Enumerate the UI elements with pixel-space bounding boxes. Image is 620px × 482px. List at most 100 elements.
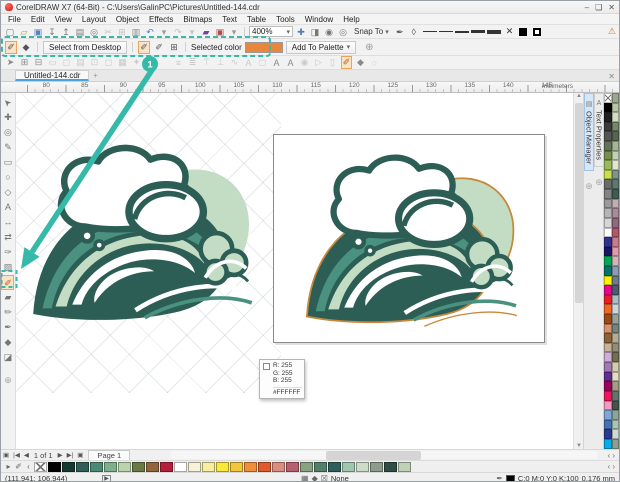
document-color-swatch[interactable]	[118, 462, 131, 472]
color-swatch[interactable]	[612, 362, 620, 372]
fmt-dis-18[interactable]: ▯	[327, 57, 338, 68]
fmt-dis-14[interactable]: A	[243, 58, 254, 68]
color-eyedropper-icon[interactable]: ✐	[5, 41, 17, 54]
redo-icon[interactable]: ↷	[172, 26, 184, 38]
color-swatch[interactable]	[612, 141, 620, 151]
outline-pen-tool[interactable]: ✒	[1, 320, 14, 335]
color-swatch[interactable]	[604, 372, 612, 382]
fmt-dis-7[interactable]: ✦	[131, 57, 142, 68]
color-swatch[interactable]	[604, 189, 612, 199]
shape-tool[interactable]: ✚	[1, 110, 14, 125]
new-tab-button[interactable]: +	[89, 70, 101, 81]
color-swatch[interactable]	[604, 266, 612, 276]
outline-width-preset[interactable]	[487, 30, 501, 34]
cut-icon[interactable]: ✂	[102, 26, 114, 38]
update-alert-icon[interactable]: ⚠	[608, 26, 616, 37]
fmt-panel-icon[interactable]: ⊞	[19, 57, 30, 68]
color-swatch[interactable]	[604, 420, 612, 430]
color-swatch[interactable]	[604, 304, 612, 314]
add-to-palette-button[interactable]: Add To Palette ▾	[286, 41, 356, 54]
menu-item[interactable]: Text	[217, 14, 242, 25]
transparency-tool[interactable]: ▨	[1, 260, 14, 275]
color-swatch[interactable]	[612, 189, 620, 199]
document-color-swatch[interactable]	[286, 462, 299, 472]
color-swatch[interactable]	[604, 324, 612, 334]
palette-eyedropper-icon[interactable]: ✐	[14, 462, 23, 471]
color-swatch[interactable]	[604, 208, 612, 218]
fmt-dis-19[interactable]: ○	[369, 58, 380, 68]
color-swatch[interactable]	[604, 429, 612, 439]
color-swatch[interactable]	[612, 276, 620, 286]
restore-button[interactable]: ❑	[595, 3, 602, 12]
color-swatch[interactable]	[612, 179, 620, 189]
dimension-tool[interactable]: ↔	[1, 215, 14, 230]
color-swatch[interactable]	[604, 103, 612, 113]
color-swatch[interactable]	[604, 295, 612, 305]
color-swatch[interactable]	[612, 391, 620, 401]
undo-caret-icon[interactable]: ▾	[158, 26, 170, 38]
document-color-swatch[interactable]	[314, 462, 327, 472]
fmt-panel2-icon[interactable]: ⊟	[33, 57, 44, 68]
docker-add-icon[interactable]: ⊕	[585, 181, 593, 192]
text-tool[interactable]: A	[1, 200, 14, 215]
wave-vector-trace[interactable]	[292, 151, 530, 329]
menu-item[interactable]: Window	[300, 14, 338, 25]
color-swatch[interactable]	[612, 112, 620, 122]
fmt-dis-15[interactable]: ◻	[257, 57, 268, 68]
page-tab[interactable]: Page 1	[88, 450, 130, 460]
fmt-dis-3[interactable]: ▤	[75, 57, 86, 68]
expand-status-icon[interactable]: ▶	[102, 475, 111, 482]
color-swatch[interactable]	[604, 170, 612, 180]
first-page-icon[interactable]: |◀	[11, 451, 22, 459]
document-color-swatch[interactable]	[384, 462, 397, 472]
fmt-dis-6[interactable]: ▦	[117, 57, 128, 68]
color-swatch[interactable]	[604, 439, 612, 449]
document-color-swatch[interactable]	[230, 462, 243, 472]
menu-item[interactable]: File	[3, 14, 26, 25]
fmt-dis-1[interactable]: ▭	[47, 57, 58, 68]
fmt-dis-16[interactable]: ◉	[299, 57, 310, 68]
color-swatch[interactable]	[604, 247, 612, 257]
outline-dialog-icon[interactable]: ✒	[394, 26, 406, 38]
color-swatch[interactable]	[612, 429, 620, 439]
application-launcher-icon[interactable]: ▰	[200, 26, 212, 38]
add-page-icon[interactable]: ▣	[1, 451, 11, 459]
select-from-desktop-button[interactable]: Select from Desktop	[43, 41, 127, 54]
color-swatch[interactable]	[612, 218, 620, 228]
color-swatch[interactable]	[612, 160, 620, 170]
fmt-dis-10[interactable]: ≣	[187, 57, 198, 68]
new-document-icon[interactable]: ▢	[4, 26, 16, 38]
menu-item[interactable]: Layout	[77, 14, 111, 25]
freehand-tool[interactable]: ✎	[1, 140, 14, 155]
color-swatch[interactable]	[612, 131, 620, 141]
outline-width-preset[interactable]	[455, 31, 469, 33]
document-color-swatch[interactable]	[90, 462, 103, 472]
fmt-font-aa-icon[interactable]: A	[271, 58, 282, 68]
horizontal-scroll-thumb[interactable]	[326, 451, 421, 460]
polygon-tool[interactable]: ◇	[1, 185, 14, 200]
color-swatch[interactable]	[604, 199, 612, 209]
menu-item[interactable]: Edit	[26, 14, 50, 25]
no-color-swatch[interactable]	[34, 462, 47, 472]
document-color-swatch[interactable]	[216, 462, 229, 472]
prev-page-icon[interactable]: ◀	[22, 451, 31, 459]
fmt-font-aa2-icon[interactable]: A	[285, 58, 296, 68]
outline-width-preset[interactable]	[471, 30, 485, 33]
color-swatch[interactable]	[612, 333, 620, 343]
zoom-tool[interactable]: ◎	[1, 125, 14, 140]
color-swatch[interactable]	[604, 333, 612, 343]
vertical-scrollbar[interactable]: ▲ ▼	[573, 93, 583, 449]
docker-tab-object-manager[interactable]: ▤ Object Manager	[584, 93, 594, 171]
document-color-swatch[interactable]	[146, 462, 159, 472]
document-color-swatch[interactable]	[300, 462, 313, 472]
palette-scroll-right-icon[interactable]: ‹ ›	[607, 462, 619, 471]
color-swatch[interactable]	[612, 151, 620, 161]
color-swatch[interactable]	[604, 314, 612, 324]
vertical-scroll-thumb[interactable]	[575, 103, 583, 303]
document-color-swatch[interactable]	[104, 462, 117, 472]
menu-item[interactable]: Table	[242, 14, 271, 25]
document-color-swatch[interactable]	[160, 462, 173, 472]
color-swatch[interactable]	[612, 381, 620, 391]
fmt-cursor-icon[interactable]: ➤	[5, 57, 16, 68]
color-swatch[interactable]	[612, 295, 620, 305]
